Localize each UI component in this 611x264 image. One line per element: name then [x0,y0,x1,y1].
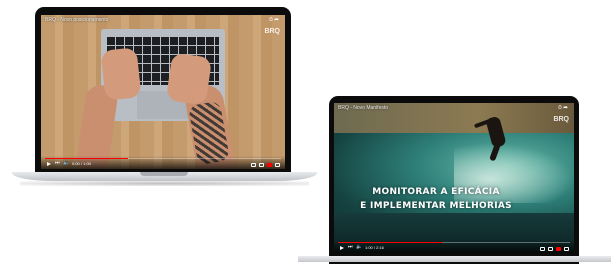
video-overlay-caption: MONITORAR A EFICÁCIA E IMPLEMENTAR MELHO… [356,185,516,213]
settings-icon[interactable] [548,247,553,251]
right-controls [251,163,280,167]
volume-icon[interactable]: 🔈 [356,245,362,250]
video-title[interactable]: BRQ - Novo Manifesto [338,105,388,111]
progress-bar[interactable] [45,158,281,159]
next-icon[interactable]: ⏭ [348,245,353,250]
volume-icon[interactable]: 🔈 [63,161,69,166]
laptop-mockup-left: BRQ - Novo posicionamento ⏱ ➦ BRQ ⏭ 🔈 0:… [12,5,317,188]
laptop-base [298,256,611,262]
progress-bar[interactable] [338,242,570,243]
youtube-logo-icon[interactable] [267,163,272,167]
progress-fill [45,158,128,159]
fullscreen-icon[interactable] [564,247,569,251]
watch-later-share-icons[interactable]: ⏱ ➦ [558,105,568,111]
laptop-mockup-right: MONITORAR A EFICÁCIA E IMPLEMENTAR MELHO… [298,93,611,264]
next-icon[interactable]: ⏭ [55,161,60,166]
time-display: 0:00 / 1:00 [72,161,91,166]
laptop-shadow [20,181,309,186]
right-hand [165,52,213,106]
play-icon[interactable] [340,246,344,250]
settings-icon[interactable] [259,163,264,167]
brq-watermark: BRQ [553,116,569,123]
video-player-2[interactable]: MONITORAR A EFICÁCIA E IMPLEMENTAR MELHO… [334,103,574,253]
youtube-logo-icon[interactable] [556,247,561,251]
fullscreen-icon[interactable] [275,163,280,167]
video-player-1[interactable]: BRQ - Novo posicionamento ⏱ ➦ BRQ ⏭ 🔈 0:… [41,15,285,169]
laptop-notch [140,172,188,176]
right-controls [540,247,569,251]
caption-line-2: E IMPLEMENTAR MELHORIAS [360,201,512,211]
watch-later-share-icons[interactable]: ⏱ ➦ [269,17,279,23]
video-controls: ⏭ 🔈 1:00 / 2:16 [334,240,574,253]
play-icon[interactable] [47,162,51,166]
progress-fill [338,242,443,243]
video-controls: ⏭ 🔈 0:00 / 1:00 [41,156,285,169]
left-hand [100,47,142,101]
subtitles-icon[interactable] [251,163,256,167]
time-display: 1:00 / 2:16 [365,245,384,250]
subtitles-icon[interactable] [540,247,545,251]
video-title[interactable]: BRQ - Novo posicionamento [45,17,108,23]
brq-watermark: BRQ [264,28,280,35]
caption-line-1: MONITORAR A EFICÁCIA [372,187,500,197]
